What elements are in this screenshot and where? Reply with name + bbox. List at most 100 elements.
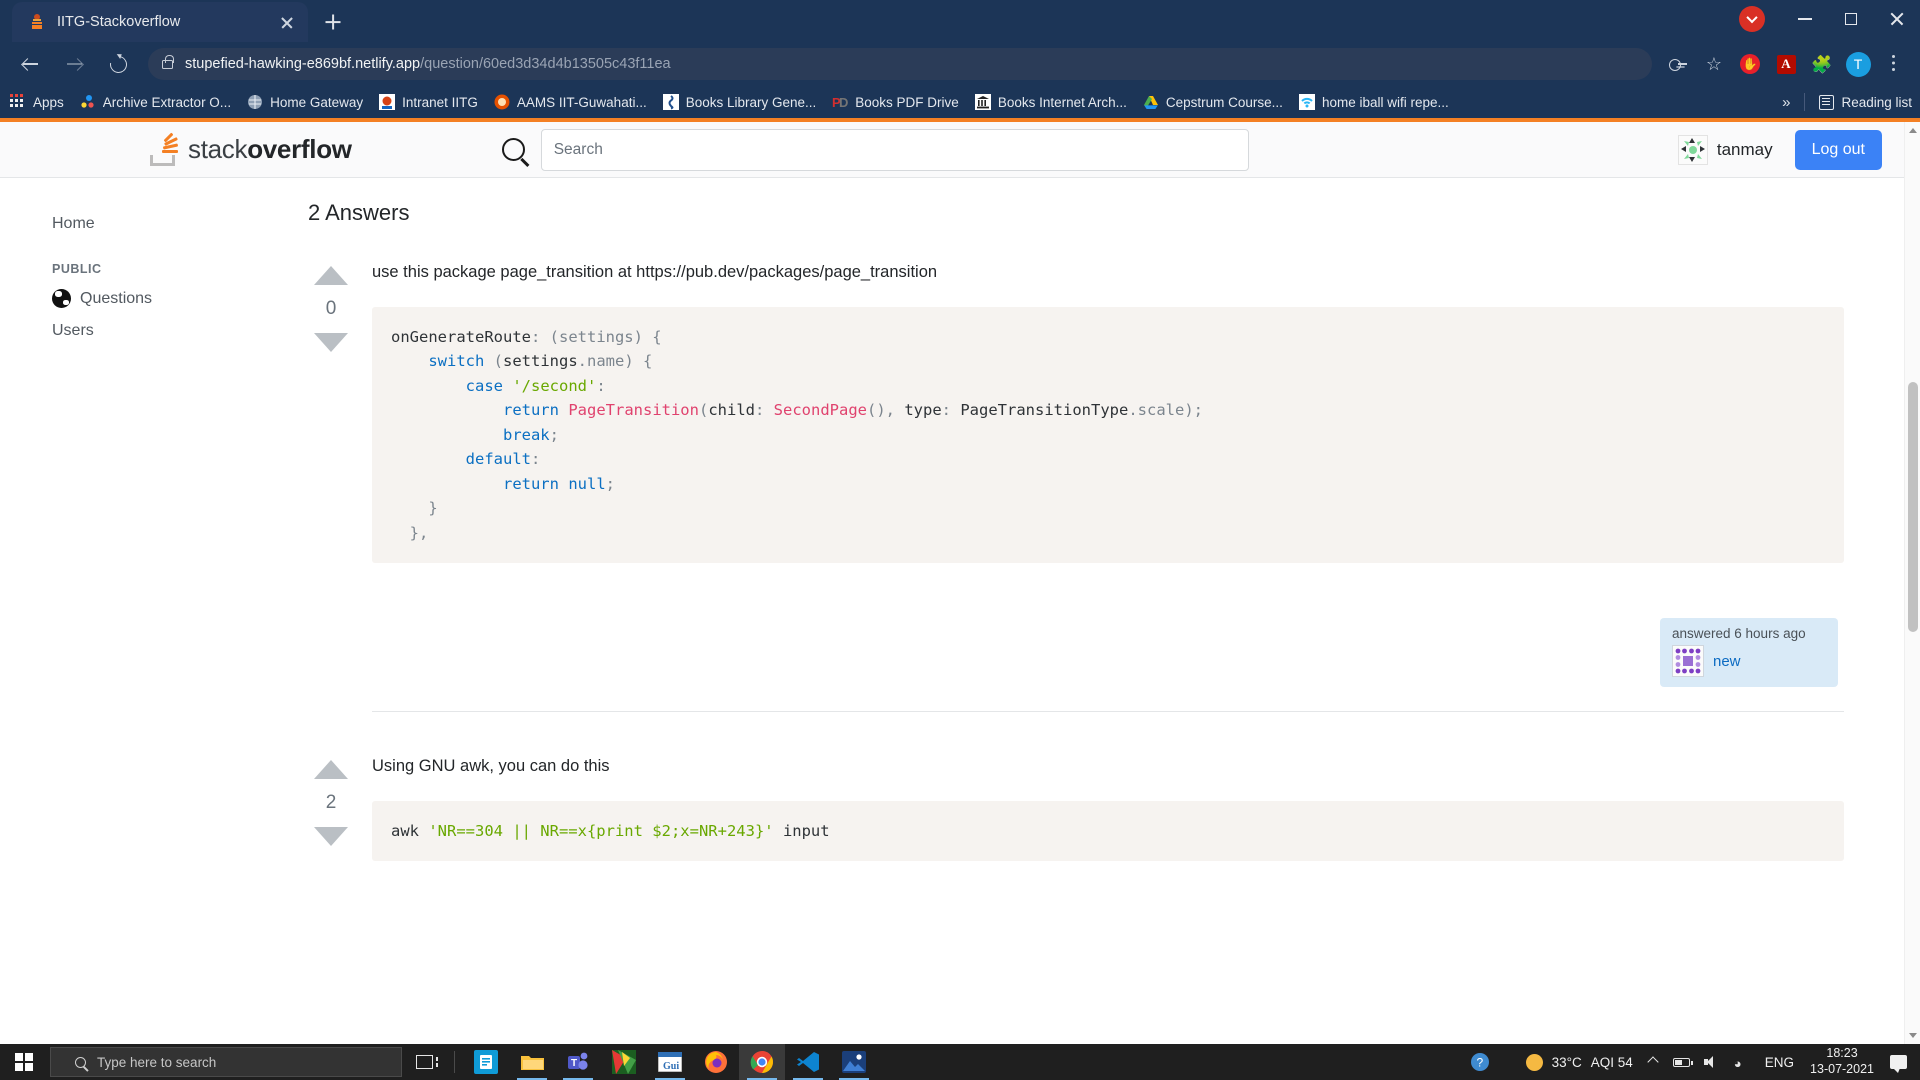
avatar[interactable] xyxy=(1678,135,1708,165)
bookmark-star-icon[interactable]: ☆ xyxy=(1699,49,1729,79)
divider xyxy=(1804,93,1805,111)
task-view-button[interactable] xyxy=(402,1044,446,1080)
password-key-icon[interactable] xyxy=(1663,49,1693,79)
start-button[interactable] xyxy=(0,1044,48,1080)
archive-extractor-icon xyxy=(80,94,96,110)
answer-text: use this package page_transition at http… xyxy=(372,260,1844,285)
bookmark-intranet-iitg[interactable]: Intranet IITG xyxy=(379,94,478,110)
adblock-extension-icon[interactable]: ✋ xyxy=(1735,49,1765,79)
chevron-up-icon xyxy=(1647,1056,1658,1067)
volume-icon[interactable] xyxy=(1697,1056,1727,1068)
avatar xyxy=(1672,645,1704,677)
username-label: tanmay xyxy=(1717,140,1773,160)
back-button[interactable] xyxy=(12,46,48,82)
sidebar-item-questions[interactable]: Questions xyxy=(0,282,290,315)
minimize-button[interactable] xyxy=(1782,0,1828,38)
stackoverflow-logo-icon xyxy=(150,134,180,166)
address-bar[interactable]: stupefied-hawking-e869bf.netlify.app/que… xyxy=(148,48,1652,80)
scrollbar-thumb[interactable] xyxy=(1908,382,1918,632)
answer-meta-row: answered 6 hours ago xyxy=(372,618,1844,687)
battery-icon[interactable] xyxy=(1666,1058,1697,1067)
divider xyxy=(454,1051,455,1073)
weather-temperature: 33°C xyxy=(1552,1055,1582,1070)
help-icon[interactable]: ? xyxy=(1463,1052,1497,1072)
taskbar-app-photos[interactable] xyxy=(831,1044,877,1080)
lock-icon xyxy=(162,60,173,69)
bookmarks-overflow-icon[interactable]: » xyxy=(1782,94,1790,111)
scroll-up-icon[interactable] xyxy=(1909,128,1917,133)
forward-button[interactable] xyxy=(56,46,92,82)
taskbar-search-box[interactable]: Type here to search xyxy=(50,1047,402,1077)
search-input[interactable] xyxy=(541,129,1249,171)
bookmark-home-iball-wifi-repeater[interactable]: home iball wifi repe... xyxy=(1299,94,1449,110)
upvote-button[interactable] xyxy=(314,760,348,779)
taskbar-app-file-explorer[interactable] xyxy=(509,1044,555,1080)
page-scrollbar[interactable] xyxy=(1904,122,1920,1044)
bookmark-books-library-genesis[interactable]: Books Library Gene... xyxy=(663,94,817,110)
upvote-button[interactable] xyxy=(314,266,348,285)
air-quality-index: AQI 54 xyxy=(1591,1055,1633,1070)
taskbar-app-microsoft-teams[interactable]: T xyxy=(555,1044,601,1080)
reading-list-icon xyxy=(1819,95,1834,110)
code-block: onGenerateRoute: (settings) { switch (se… xyxy=(372,307,1844,563)
downvote-button[interactable] xyxy=(314,333,348,352)
reading-list-button[interactable]: Reading list xyxy=(1819,95,1912,110)
bookmark-label: Home Gateway xyxy=(270,95,363,110)
show-hidden-icons-button[interactable] xyxy=(1640,1058,1666,1066)
vote-column: 0 xyxy=(290,260,372,712)
wifi-icon[interactable]: ◕ xyxy=(1727,1056,1758,1068)
stackoverflow-logo[interactable]: stackoverflow xyxy=(150,134,352,166)
bookmarks-bar-right: » Reading list xyxy=(1782,93,1912,111)
code-block: awk 'NR==304 || NR==x{print $2;x=NR+243}… xyxy=(372,801,1844,861)
sidebar-item-users[interactable]: Users xyxy=(0,315,290,347)
logout-button[interactable]: Log out xyxy=(1795,130,1882,170)
user-area: tanmay Log out xyxy=(1678,130,1882,170)
page-viewport: stackoverflow xyxy=(0,122,1920,1044)
stackoverflow-favicon xyxy=(28,13,46,31)
taskbar-app-vs-code[interactable] xyxy=(785,1044,831,1080)
notification-icon xyxy=(1890,1055,1907,1069)
maximize-button[interactable] xyxy=(1828,0,1874,38)
chrome-update-icon[interactable] xyxy=(1739,6,1765,32)
taskbar-app-gui-window[interactable]: Gui xyxy=(647,1044,693,1080)
taskbar-app-google-chrome[interactable] xyxy=(739,1044,785,1080)
profile-avatar[interactable]: T xyxy=(1843,49,1873,79)
tab-title: IITG-Stackoverflow xyxy=(57,14,276,30)
site-header: stackoverflow xyxy=(0,122,1904,178)
action-center-button[interactable] xyxy=(1883,1055,1914,1069)
weather-widget[interactable]: 33°C AQI 54 xyxy=(1519,1054,1640,1071)
clock[interactable]: 18:23 13-07-2021 xyxy=(1801,1046,1883,1077)
answer-author-name[interactable]: new xyxy=(1713,653,1741,670)
bookmark-aams-iitg[interactable]: AAMS IIT-Guwahati... xyxy=(494,94,647,110)
bookmark-apps[interactable]: Apps xyxy=(10,94,64,110)
reload-button[interactable] xyxy=(100,46,136,82)
taskbar-app-office-lens[interactable] xyxy=(463,1044,509,1080)
close-icon[interactable] xyxy=(276,11,298,33)
new-tab-button[interactable] xyxy=(316,5,350,39)
answer-body: use this package page_transition at http… xyxy=(372,260,1844,712)
sidebar-item-home[interactable]: Home xyxy=(0,208,290,240)
bookmark-label: Intranet IITG xyxy=(402,95,478,110)
bookmark-archive-extractor[interactable]: Archive Extractor O... xyxy=(80,94,231,110)
pdf-extension-icon[interactable]: A xyxy=(1771,49,1801,79)
answers-heading: 2 Answers xyxy=(308,200,1844,226)
bookmark-cepstrum-course[interactable]: Cepstrum Course... xyxy=(1143,94,1283,110)
browser-tab[interactable]: IITG-Stackoverflow xyxy=(12,2,308,42)
language-indicator[interactable]: ENG xyxy=(1758,1055,1801,1070)
windows-taskbar: Type here to search T Gui ? xyxy=(0,1044,1920,1080)
taskbar-app-colors[interactable] xyxy=(601,1044,647,1080)
scroll-down-icon[interactable] xyxy=(1909,1033,1917,1038)
window-close-button[interactable] xyxy=(1874,0,1920,38)
bookmarks-bar: Apps Archive Extractor O... Home Gateway… xyxy=(0,86,1920,118)
answer-author[interactable]: new xyxy=(1672,645,1826,677)
wifi-icon xyxy=(1299,94,1315,110)
taskbar-app-firefox[interactable] xyxy=(693,1044,739,1080)
bookmark-books-pdf-drive[interactable]: PD Books PDF Drive xyxy=(832,94,959,110)
downvote-button[interactable] xyxy=(314,827,348,846)
sidebar: Home PUBLIC Questions Users xyxy=(0,178,290,861)
extensions-puzzle-icon[interactable]: 🧩 xyxy=(1807,49,1837,79)
pdfdrive-icon: PD xyxy=(832,94,848,110)
bookmark-home-gateway[interactable]: Home Gateway xyxy=(247,94,363,110)
chrome-menu-icon[interactable] xyxy=(1879,49,1909,79)
bookmark-books-internet-archive[interactable]: Books Internet Arch... xyxy=(975,94,1127,110)
